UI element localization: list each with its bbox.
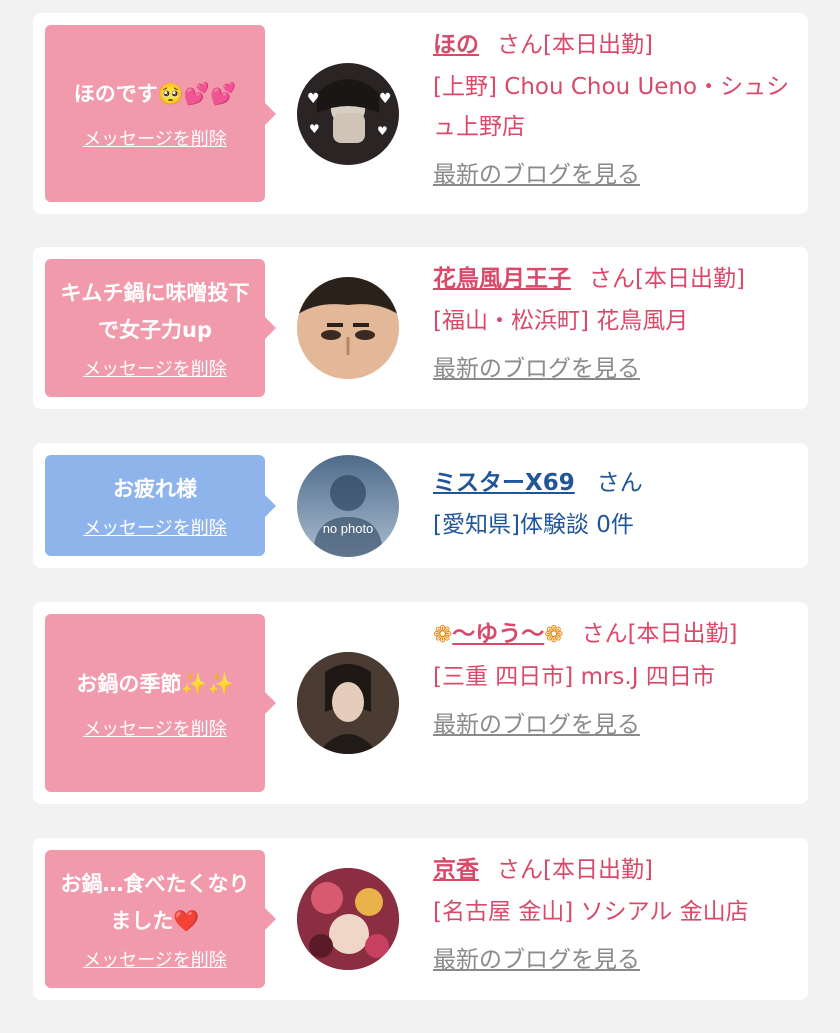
profile-name-link[interactable]: ほの — [433, 32, 479, 58]
latest-blog-link[interactable]: 最新のブログを見る — [433, 938, 790, 982]
shop-name: [名古屋 金山] ソシアル 金山店 — [433, 899, 749, 925]
latest-blog-link[interactable]: 最新のブログを見る — [433, 153, 790, 197]
profile-info: ミスターX69 さん [愛知県]体験談 0件 — [433, 461, 790, 545]
svg-text:no photo: no photo — [323, 521, 374, 536]
svg-text:♥: ♥ — [377, 124, 388, 138]
status-text: さん[本日出勤] — [497, 32, 653, 58]
profile-info: ❁〜ゆう〜❁ さん[本日出勤] [三重 四日市] mrs.J 四日市 最新のブログ… — [433, 612, 790, 747]
svg-text:♥: ♥ — [309, 122, 320, 136]
delete-message-link[interactable]: メッセージを削除 — [83, 125, 227, 151]
avatar[interactable] — [297, 868, 399, 970]
status-text: さん — [596, 470, 643, 496]
message-bubble: お鍋…食べたくなりました❤️ メッセージを削除 — [45, 850, 276, 988]
latest-blog-link[interactable]: 最新のブログを見る — [433, 703, 790, 747]
profile-name-link[interactable]: ❁〜ゆう〜❁ — [433, 621, 564, 648]
avatar[interactable] — [297, 652, 399, 754]
status-text: さん[本日出勤] — [581, 621, 738, 647]
avatar[interactable]: ♥ ♥ ♥ ♥ — [297, 63, 399, 165]
status-text: さん[本日出勤] — [497, 857, 653, 883]
svg-text:♥: ♥ — [379, 91, 392, 107]
svg-text:♥: ♥ — [307, 91, 320, 107]
profile-info: 花鳥風月王子 さん[本日出勤] [福山・松浜町] 花鳥風月 最新のブログを見る — [433, 257, 790, 391]
shop-name: [福山・松浜町] 花鳥風月 — [433, 308, 689, 334]
message-text: ほのです🥺💕💕 — [73, 82, 237, 106]
delete-message-link[interactable]: メッセージを削除 — [83, 355, 227, 381]
sunflower-icon: ❁ — [433, 621, 453, 648]
message-text: お鍋…食べたくなりました❤️ — [60, 872, 250, 933]
message-text: お疲れ様 — [113, 477, 197, 501]
avatar-image — [297, 277, 399, 379]
message-bubble: ほのです🥺💕💕 メッセージを削除 — [45, 25, 276, 202]
message-card: お鍋…食べたくなりました❤️ メッセージを削除 京香 さん[本日出勤] [名古屋 … — [33, 838, 808, 1000]
message-bubble: お鍋の季節✨✨ メッセージを削除 — [45, 614, 276, 792]
review-count: [愛知県]体験談 0件 — [433, 512, 634, 538]
profile-info: 京香 さん[本日出勤] [名古屋 金山] ソシアル 金山店 最新のブログを見る — [433, 848, 790, 982]
profile-name-link[interactable]: 花鳥風月王子 — [433, 266, 571, 292]
delete-message-link[interactable]: メッセージを削除 — [83, 715, 227, 741]
message-bubble: キムチ鍋に味噌投下で女子力up メッセージを削除 — [45, 259, 276, 397]
profile-info: ほの さん[本日出勤] [上野] Chou Chou Ueno・シュシュ上野店 最… — [433, 23, 790, 197]
message-bubble: お疲れ様 メッセージを削除 — [45, 455, 276, 556]
no-photo-placeholder: no photo — [313, 475, 383, 557]
avatar-image — [297, 868, 399, 970]
message-card: お鍋の季節✨✨ メッセージを削除 ❁〜ゆう〜❁ さん[本日出勤] [三重 四日市]… — [33, 602, 808, 804]
avatar[interactable]: no photo — [297, 455, 399, 557]
shop-name: [三重 四日市] mrs.J 四日市 — [433, 663, 715, 690]
shop-name: [上野] Chou Chou Ueno・シュシュ上野店 — [433, 74, 790, 140]
delete-message-link[interactable]: メッセージを削除 — [83, 946, 227, 972]
avatar[interactable] — [297, 277, 399, 379]
avatar-image — [297, 652, 399, 754]
message-card: キムチ鍋に味噌投下で女子力up メッセージを削除 花鳥風月王子 さん[本日出勤] … — [33, 247, 808, 409]
latest-blog-link[interactable]: 最新のブログを見る — [433, 347, 790, 391]
message-card: お疲れ様 メッセージを削除 no photo ミスターX69 さん [愛知県]体験… — [33, 443, 808, 568]
status-text: さん[本日出勤] — [589, 266, 745, 292]
message-text: お鍋の季節✨✨ — [76, 671, 234, 696]
message-text: キムチ鍋に味噌投下で女子力up — [60, 281, 250, 342]
sunflower-icon: ❁ — [544, 621, 564, 648]
profile-name-link[interactable]: 京香 — [433, 857, 479, 883]
profile-name-link[interactable]: ミスターX69 — [433, 470, 575, 496]
delete-message-link[interactable]: メッセージを削除 — [83, 514, 227, 540]
avatar-image: ♥ ♥ ♥ ♥ — [307, 79, 392, 143]
message-card: ほのです🥺💕💕 メッセージを削除 ♥ ♥ ♥ ♥ ほの さん[本日出勤] [上野]… — [33, 13, 808, 214]
